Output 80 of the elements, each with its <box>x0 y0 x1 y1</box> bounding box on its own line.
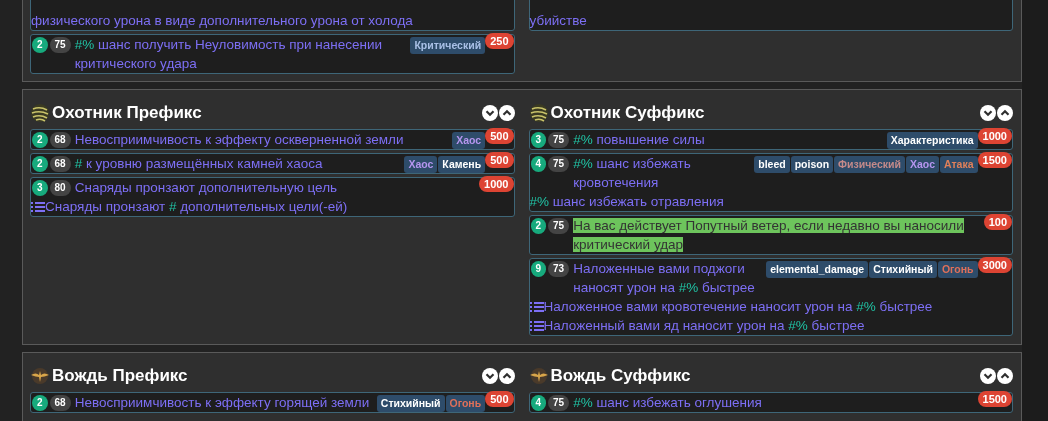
section-title: Вождь Префикс <box>52 364 188 387</box>
tier-count: 4 <box>530 156 547 172</box>
modifier-text: Наложенные вами поджоги наносят урон на #% быстрее <box>573 260 756 297</box>
weight-count: 1000 <box>479 176 514 192</box>
striped-emblem-icon <box>30 102 50 123</box>
modifier-text: #% шанс избежать отравления <box>529 193 724 211</box>
modifier-text: Снаряды пронзают дополнительную цель <box>74 179 338 197</box>
winged-emblem-icon <box>528 365 549 386</box>
expand-icon[interactable] <box>980 367 996 384</box>
level-count: 75 <box>548 156 570 172</box>
tag-label: bleed <box>754 156 790 173</box>
weight-count: 500 <box>485 391 514 407</box>
level-count: 68 <box>49 395 71 411</box>
collapse-icon[interactable] <box>997 104 1013 121</box>
tier-count: 4 <box>530 395 547 411</box>
tag-label: Камень <box>438 156 486 173</box>
modifier-text: физического урона в виде дополнительного урона от холода <box>31 12 413 30</box>
modifier-text: На вас действует Попутный ветер, если недавно вы наносили критический удар <box>573 217 965 254</box>
tier-count: 2 <box>530 218 547 234</box>
level-count: 73 <box>548 261 570 277</box>
level-count: 68 <box>49 132 71 148</box>
list-icon <box>529 300 544 313</box>
tag-label: Хаос <box>906 156 939 173</box>
modifier-text: Наложенное вами кровотечение наносит урон на #% быстрее <box>543 298 933 316</box>
list-icon <box>529 319 544 332</box>
tier-count: 2 <box>32 156 48 172</box>
tag-label: poison <box>790 156 834 173</box>
weight-count: 250 <box>485 33 514 49</box>
section-title: Вождь Суффикс <box>550 364 691 387</box>
winged-emblem-icon <box>30 365 50 386</box>
level-count: 75 <box>548 132 570 148</box>
weight-count: 1500 <box>977 391 1012 407</box>
tag-label: elemental_damage <box>766 261 869 278</box>
section-title: Охотник Префикс <box>52 101 202 124</box>
list-icon <box>31 200 45 213</box>
tag-label: Стихийный <box>869 261 937 278</box>
weight-count: 100 <box>983 214 1012 230</box>
level-count: 68 <box>49 156 71 172</box>
weight-count: 500 <box>485 128 514 144</box>
tag-label: Характеристика <box>886 132 978 149</box>
tier-count: 3 <box>530 132 547 148</box>
modifier-text: #% шанс избежать кровотечения <box>573 155 692 192</box>
weight-count: 500 <box>485 152 514 168</box>
weight-count: 1500 <box>977 152 1012 168</box>
tag-label: Хаос <box>404 156 438 173</box>
collapse-icon[interactable] <box>498 104 515 121</box>
modifier-text: #% шанс получить Неуловимость при нанесении критического удара <box>74 36 384 73</box>
collapse-icon[interactable] <box>498 367 515 384</box>
tier-count: 2 <box>32 132 48 148</box>
expand-icon[interactable] <box>980 104 996 121</box>
level-count: 80 <box>49 180 71 196</box>
tier-count: 2 <box>32 395 48 411</box>
tag-label: Огонь <box>445 395 486 412</box>
tag-label: Огонь <box>937 261 978 278</box>
weight-count: 3000 <box>977 257 1012 273</box>
expand-icon[interactable] <box>481 104 498 121</box>
expand-icon[interactable] <box>481 367 498 384</box>
tier-count: 9 <box>530 261 547 277</box>
modifier-text: #% шанс избежать оглушения <box>573 394 762 412</box>
collapse-icon[interactable] <box>997 367 1013 384</box>
tag-label: Критический <box>410 37 486 54</box>
modifier-text: #% повышение силы <box>573 131 705 149</box>
tag-label: Физический <box>834 156 905 173</box>
level-count: 75 <box>548 218 570 234</box>
section-title: Охотник Суффикс <box>550 101 705 124</box>
modifier-text: убийстве <box>529 12 587 30</box>
tag-label: Хаос <box>452 132 486 149</box>
modifier-text: Невосприимчивость к эффекту оскверненной земли <box>74 131 404 149</box>
weight-count: 1000 <box>977 128 1012 144</box>
modifier-text: Невосприимчивость к эффекту горящей земли <box>74 394 370 412</box>
tag-label: Стихийный <box>376 395 445 412</box>
tier-count: 3 <box>32 180 48 196</box>
tag-label: Атака <box>940 156 978 173</box>
tier-count: 2 <box>32 37 48 53</box>
level-count: 75 <box>49 37 71 53</box>
striped-emblem-icon <box>528 102 549 123</box>
modifier-text: Снаряды пронзают # дополнительных цели(-ей) <box>45 198 348 216</box>
modifier-text: # к уровню размещённых камней хаоса <box>74 155 323 173</box>
level-count: 75 <box>548 395 570 411</box>
modifier-text: Наложенный вами яд наносит урон на #% быстрее <box>543 317 865 335</box>
